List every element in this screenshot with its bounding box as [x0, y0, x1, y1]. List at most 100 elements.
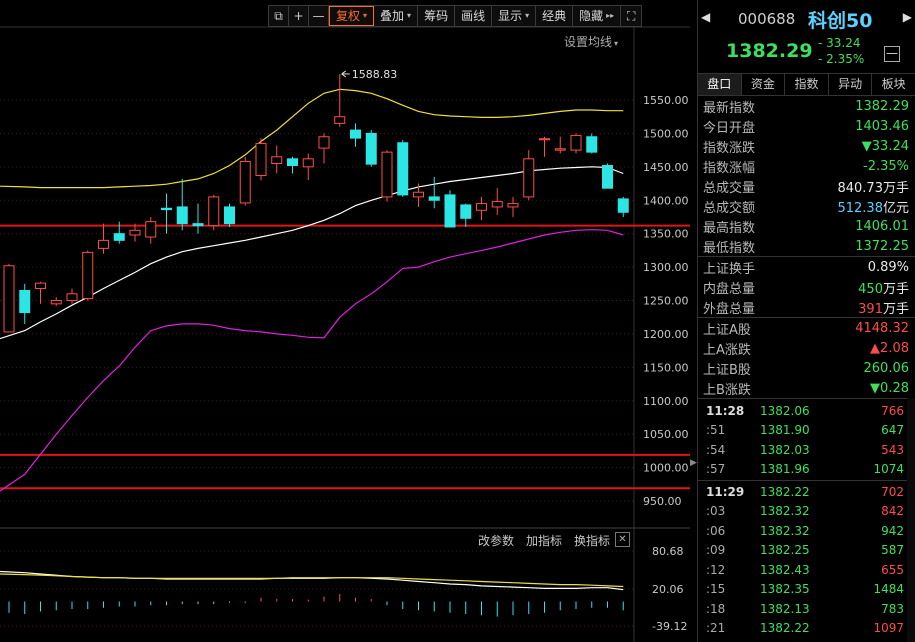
draw-line-button[interactable]: 画线	[455, 6, 493, 26]
prev-stock-icon[interactable]: ◀	[701, 10, 710, 24]
display-button[interactable]: 显示 ▾	[492, 6, 537, 26]
quote-row: 今日开盘 1403.46	[698, 116, 915, 136]
tab-3[interactable]: 异动	[829, 74, 873, 95]
classic-button[interactable]: 经典	[536, 6, 574, 26]
candle-body[interactable]	[476, 203, 487, 211]
candle-body[interactable]	[570, 134, 582, 151]
candle-body[interactable]	[444, 194, 456, 228]
candle-body[interactable]	[113, 233, 125, 241]
candle-body[interactable]	[554, 148, 566, 151]
tick-price: 1382.43	[760, 562, 810, 577]
quote-header: ◀ 000688 科创50 ▶ 1382.29 - 33.24 - 2.35% …	[698, 0, 915, 74]
quote-row: 上证A股 4148.32	[698, 318, 915, 338]
tick-time: :18	[706, 601, 726, 616]
quote-row: 外盘总量 391万手	[698, 297, 915, 317]
tick-price: 1382.22	[760, 484, 810, 499]
candle-body[interactable]	[129, 229, 141, 236]
settings-ma-button[interactable]: 设置均线 ▾	[564, 33, 618, 50]
change-params-button[interactable]: 改参数	[478, 532, 514, 549]
quote-value: 4148.32	[855, 320, 909, 336]
indicator-line	[0, 573, 624, 588]
tab-2[interactable]: 指数	[785, 74, 829, 95]
candle-body[interactable]	[365, 132, 377, 165]
remove-watch-button[interactable]: —	[884, 46, 900, 62]
tab-4[interactable]: 板块	[872, 74, 915, 95]
candle-body[interactable]	[208, 196, 220, 227]
candle-body[interactable]	[224, 206, 235, 225]
overlay-label: 叠加	[380, 9, 405, 23]
tick-divider	[698, 480, 915, 481]
close-indicator-button[interactable]: ✕	[615, 532, 630, 547]
next-stock-icon[interactable]: ▶	[903, 10, 912, 24]
quote-value-wrap: 1372.25	[855, 239, 909, 254]
ma-line-magenta	[0, 229, 624, 492]
candle-body[interactable]	[66, 293, 78, 302]
quote-value: ▲2.08	[870, 340, 909, 356]
candle-body[interactable]	[161, 207, 172, 211]
candle-body[interactable]	[460, 204, 472, 219]
candle-body[interactable]	[192, 223, 204, 227]
candle-body[interactable]	[3, 265, 15, 333]
candle-body[interactable]	[287, 158, 298, 166]
tab-1[interactable]: 资金	[742, 74, 786, 95]
tick-row: 11:28 1382.06 766	[698, 401, 915, 421]
tick-row: 11:29 1382.22 702	[698, 482, 915, 502]
y-tick-label: 1050.00	[643, 428, 689, 441]
candle-body[interactable]	[334, 116, 346, 124]
candle-body[interactable]	[50, 300, 62, 305]
candle-body[interactable]	[318, 136, 330, 149]
candle-body[interactable]	[271, 156, 283, 164]
candle-body[interactable]	[255, 142, 267, 177]
candle-body[interactable]	[350, 129, 361, 139]
tick-row: :03 1382.32 842	[698, 502, 915, 522]
candle-body[interactable]	[507, 203, 519, 208]
candle-body[interactable]	[35, 282, 46, 289]
quote-value-wrap: ▼0.28	[870, 381, 909, 396]
zoom-out-button[interactable]: —	[309, 6, 329, 26]
quote-value-wrap: 4148.32	[855, 321, 909, 336]
candle-body[interactable]	[617, 198, 629, 213]
quote-value: ▼33.24	[861, 138, 909, 154]
y-tick-label: 1250.00	[643, 295, 689, 308]
candle-body[interactable]	[176, 206, 188, 225]
zoom-in-button[interactable]: +	[289, 6, 309, 26]
quote-value-wrap: ▲2.08	[870, 341, 909, 356]
hide-button[interactable]: 隐藏 ▸▸	[573, 6, 622, 26]
tick-list[interactable]: 11:28 1382.06 766:51 1381.90 647:54 1382.03 54…	[698, 399, 915, 642]
collapse-panel-handle[interactable]: ▶	[690, 452, 697, 474]
tick-group-1128: 11:28 1382.06 766:51 1381.90 647:54 1382.03 54…	[698, 401, 915, 479]
quote-row: 上证B股 260.06	[698, 358, 915, 378]
tick-volume: 1074	[873, 462, 904, 477]
switch-indicator-button[interactable]: 换指标	[574, 532, 610, 549]
chips-button[interactable]: 筹码	[418, 6, 456, 26]
y-tick-label: 1100.00	[643, 395, 689, 408]
fullscreen-button[interactable]: ⛶	[621, 6, 641, 26]
candle-body[interactable]	[539, 138, 550, 141]
candle-body[interactable]	[19, 289, 31, 314]
quote-row: 上A涨跌 ▲2.08	[698, 338, 915, 358]
candle-body[interactable]	[381, 151, 393, 198]
candle-body[interactable]	[586, 136, 598, 153]
add-indicator-button[interactable]: 加指标	[526, 532, 562, 549]
quote-label: 上证B股	[703, 362, 751, 378]
indicator-tick-label: -39.12	[652, 620, 687, 633]
window-button[interactable]: ⧉	[269, 6, 289, 26]
tick-scrollbar[interactable]	[907, 398, 915, 642]
candle-body[interactable]	[413, 191, 424, 198]
candle-body[interactable]	[98, 239, 109, 249]
adjust-button[interactable]: 复权 ▾	[329, 6, 375, 26]
quote-value: 840.73	[837, 180, 883, 196]
candle-body[interactable]	[523, 158, 535, 198]
candle-body[interactable]	[82, 251, 94, 299]
quote-value-wrap: 1406.01	[855, 219, 909, 234]
candle-body[interactable]	[302, 158, 314, 168]
overlay-button[interactable]: 叠加 ▾	[374, 6, 419, 26]
candle-body[interactable]	[145, 221, 157, 238]
candle-body[interactable]	[239, 160, 251, 204]
candle-body[interactable]	[491, 201, 503, 208]
chart-area[interactable]: 1550.00 1500.00 1450.00 1400.00 1350.00 1300.…	[0, 0, 690, 642]
tab-0[interactable]: 盘口	[698, 74, 742, 95]
candle-body[interactable]	[397, 142, 409, 196]
candle-body[interactable]	[428, 196, 440, 201]
candle-body[interactable]	[602, 164, 613, 189]
